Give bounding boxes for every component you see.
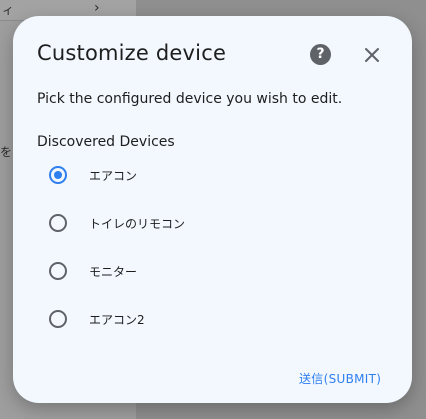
close-icon[interactable] <box>362 45 382 65</box>
device-option-label: トイレのリモコン <box>89 217 186 231</box>
device-option-aircon-2[interactable]: エアコン2 <box>49 308 379 334</box>
dialog-description: Pick the configured device you wish to e… <box>37 91 343 107</box>
device-option-label: エアコン2 <box>89 313 145 327</box>
device-option-monitor[interactable]: モニター <box>49 260 379 286</box>
dialog-title: Customize device <box>37 41 227 65</box>
radio-button[interactable] <box>49 214 67 232</box>
section-label: Discovered Devices <box>37 134 175 150</box>
background-text: ィ <box>2 3 15 17</box>
customize-device-dialog: Customize device ? Pick the configured d… <box>13 16 412 403</box>
radio-button[interactable] <box>49 310 67 328</box>
chevron-right-icon: › <box>94 0 100 16</box>
submit-button[interactable]: 送信(SUBMIT) <box>299 370 381 387</box>
device-option-toilet-remote[interactable]: トイレのリモコン <box>49 212 379 238</box>
radio-button[interactable] <box>49 262 67 280</box>
help-icon[interactable]: ? <box>310 44 331 65</box>
device-option-aircon[interactable]: エアコン <box>49 164 379 190</box>
radio-button-checked[interactable] <box>49 166 67 184</box>
device-option-label: モニター <box>89 265 138 279</box>
device-option-label: エアコン <box>89 169 138 183</box>
background-text: を <box>0 145 13 159</box>
